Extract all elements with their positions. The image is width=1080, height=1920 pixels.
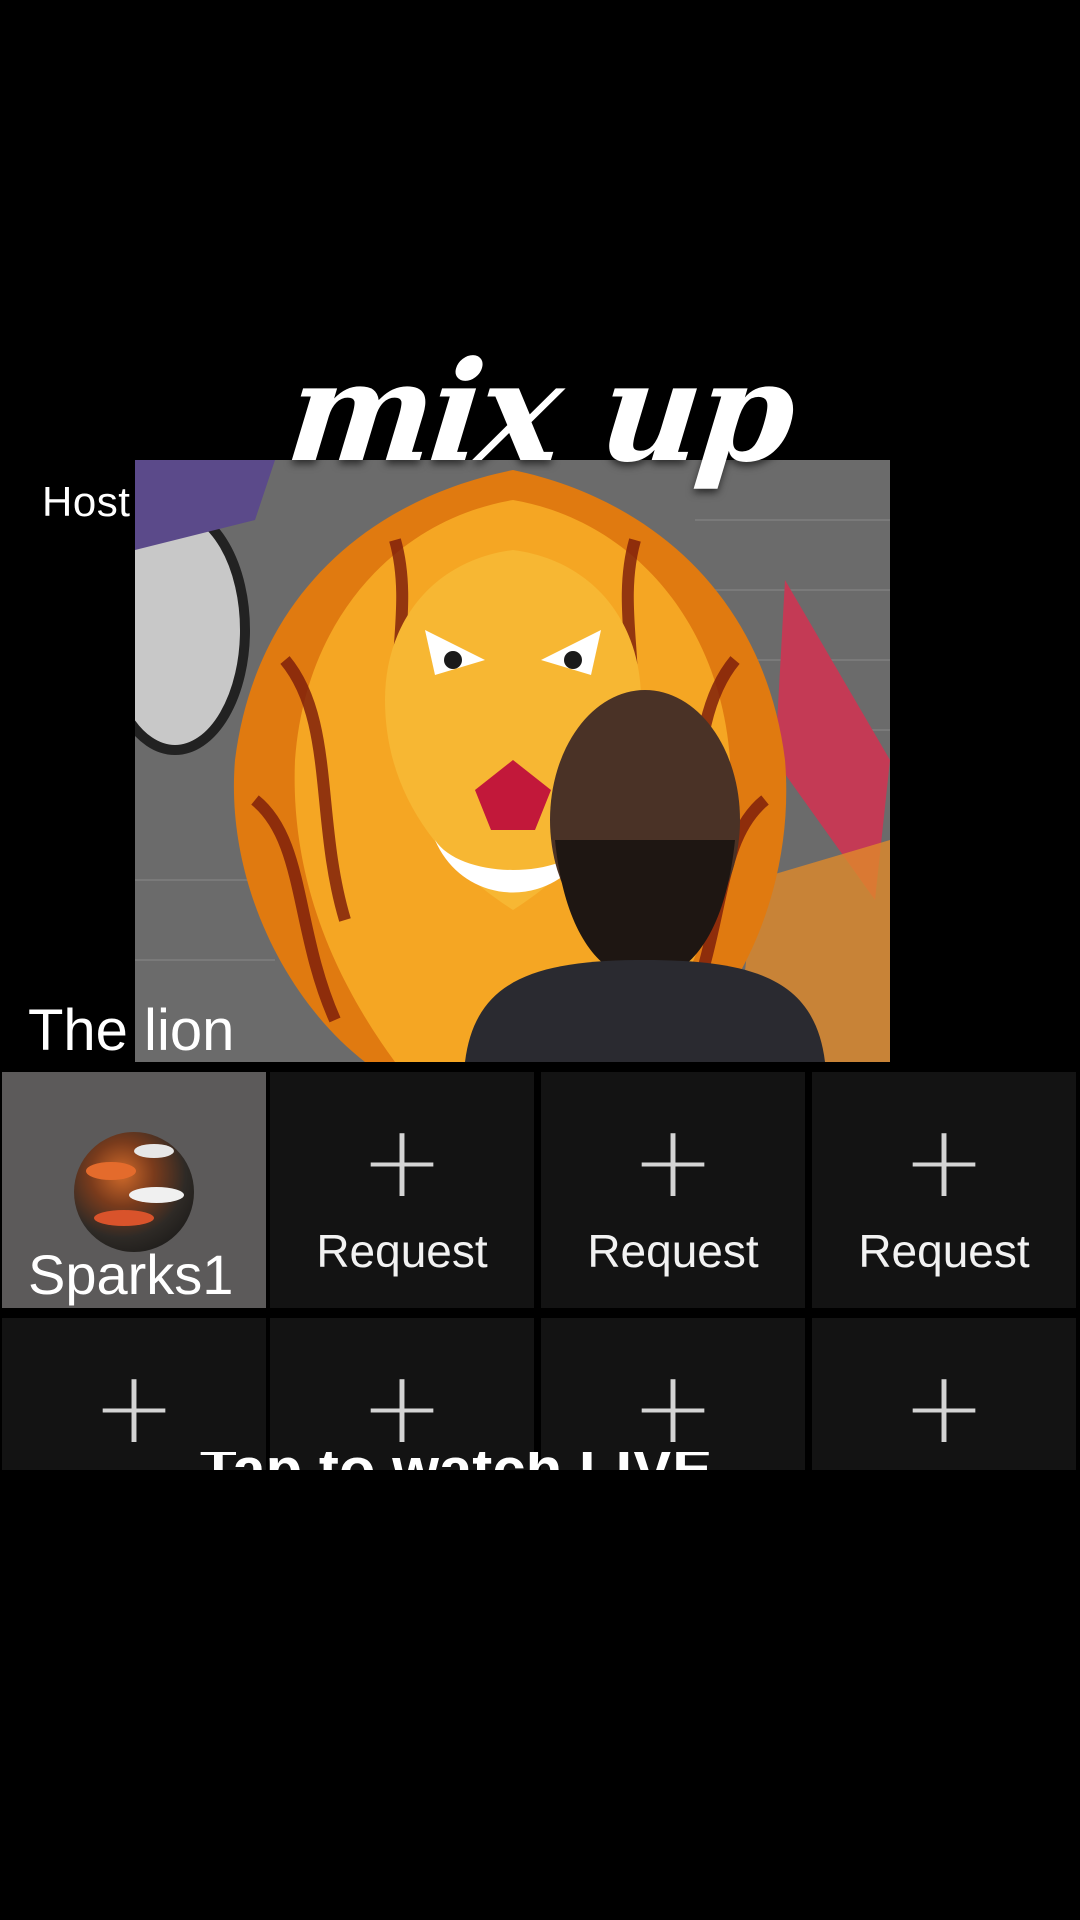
- stream-title: mix up: [280, 330, 800, 493]
- request-label: Request: [587, 1225, 759, 1277]
- add-icon: [541, 1112, 805, 1212]
- guest-slot-request[interactable]: Request: [541, 1072, 805, 1308]
- guest-slot-empty[interactable]: [2, 1318, 266, 1470]
- add-icon: [2, 1358, 266, 1458]
- guest-slot-empty[interactable]: [812, 1318, 1076, 1470]
- guest-slot-occupied[interactable]: Sparks1: [2, 1072, 266, 1308]
- add-icon: [541, 1358, 805, 1458]
- guest-avatar: [74, 1132, 194, 1252]
- tap-to-watch-hint[interactable]: Tap to watch LIVE: [200, 1452, 900, 1472]
- host-video-artwork: [135, 460, 890, 1062]
- guest-slot-request[interactable]: Request: [270, 1072, 534, 1308]
- request-label: Request: [858, 1225, 1030, 1277]
- add-icon: [812, 1358, 1076, 1458]
- live-stage: Host The lion mix up Sparks1 Request Req…: [0, 0, 1080, 1920]
- host-name[interactable]: The lion: [28, 997, 234, 1064]
- add-icon: [812, 1112, 1076, 1212]
- guest-grid: Sparks1 Request Request Request: [0, 1070, 1080, 1470]
- guest-slot-empty[interactable]: [541, 1318, 805, 1470]
- bottom-blank: [0, 1470, 1080, 1920]
- host-video[interactable]: [135, 460, 890, 1062]
- guest-slot-request[interactable]: Request: [812, 1072, 1076, 1308]
- request-label: Request: [316, 1225, 488, 1277]
- add-icon: [270, 1112, 534, 1212]
- add-icon: [270, 1358, 534, 1458]
- guest-name: Sparks1: [28, 1243, 234, 1306]
- guest-slot-empty[interactable]: [270, 1318, 534, 1470]
